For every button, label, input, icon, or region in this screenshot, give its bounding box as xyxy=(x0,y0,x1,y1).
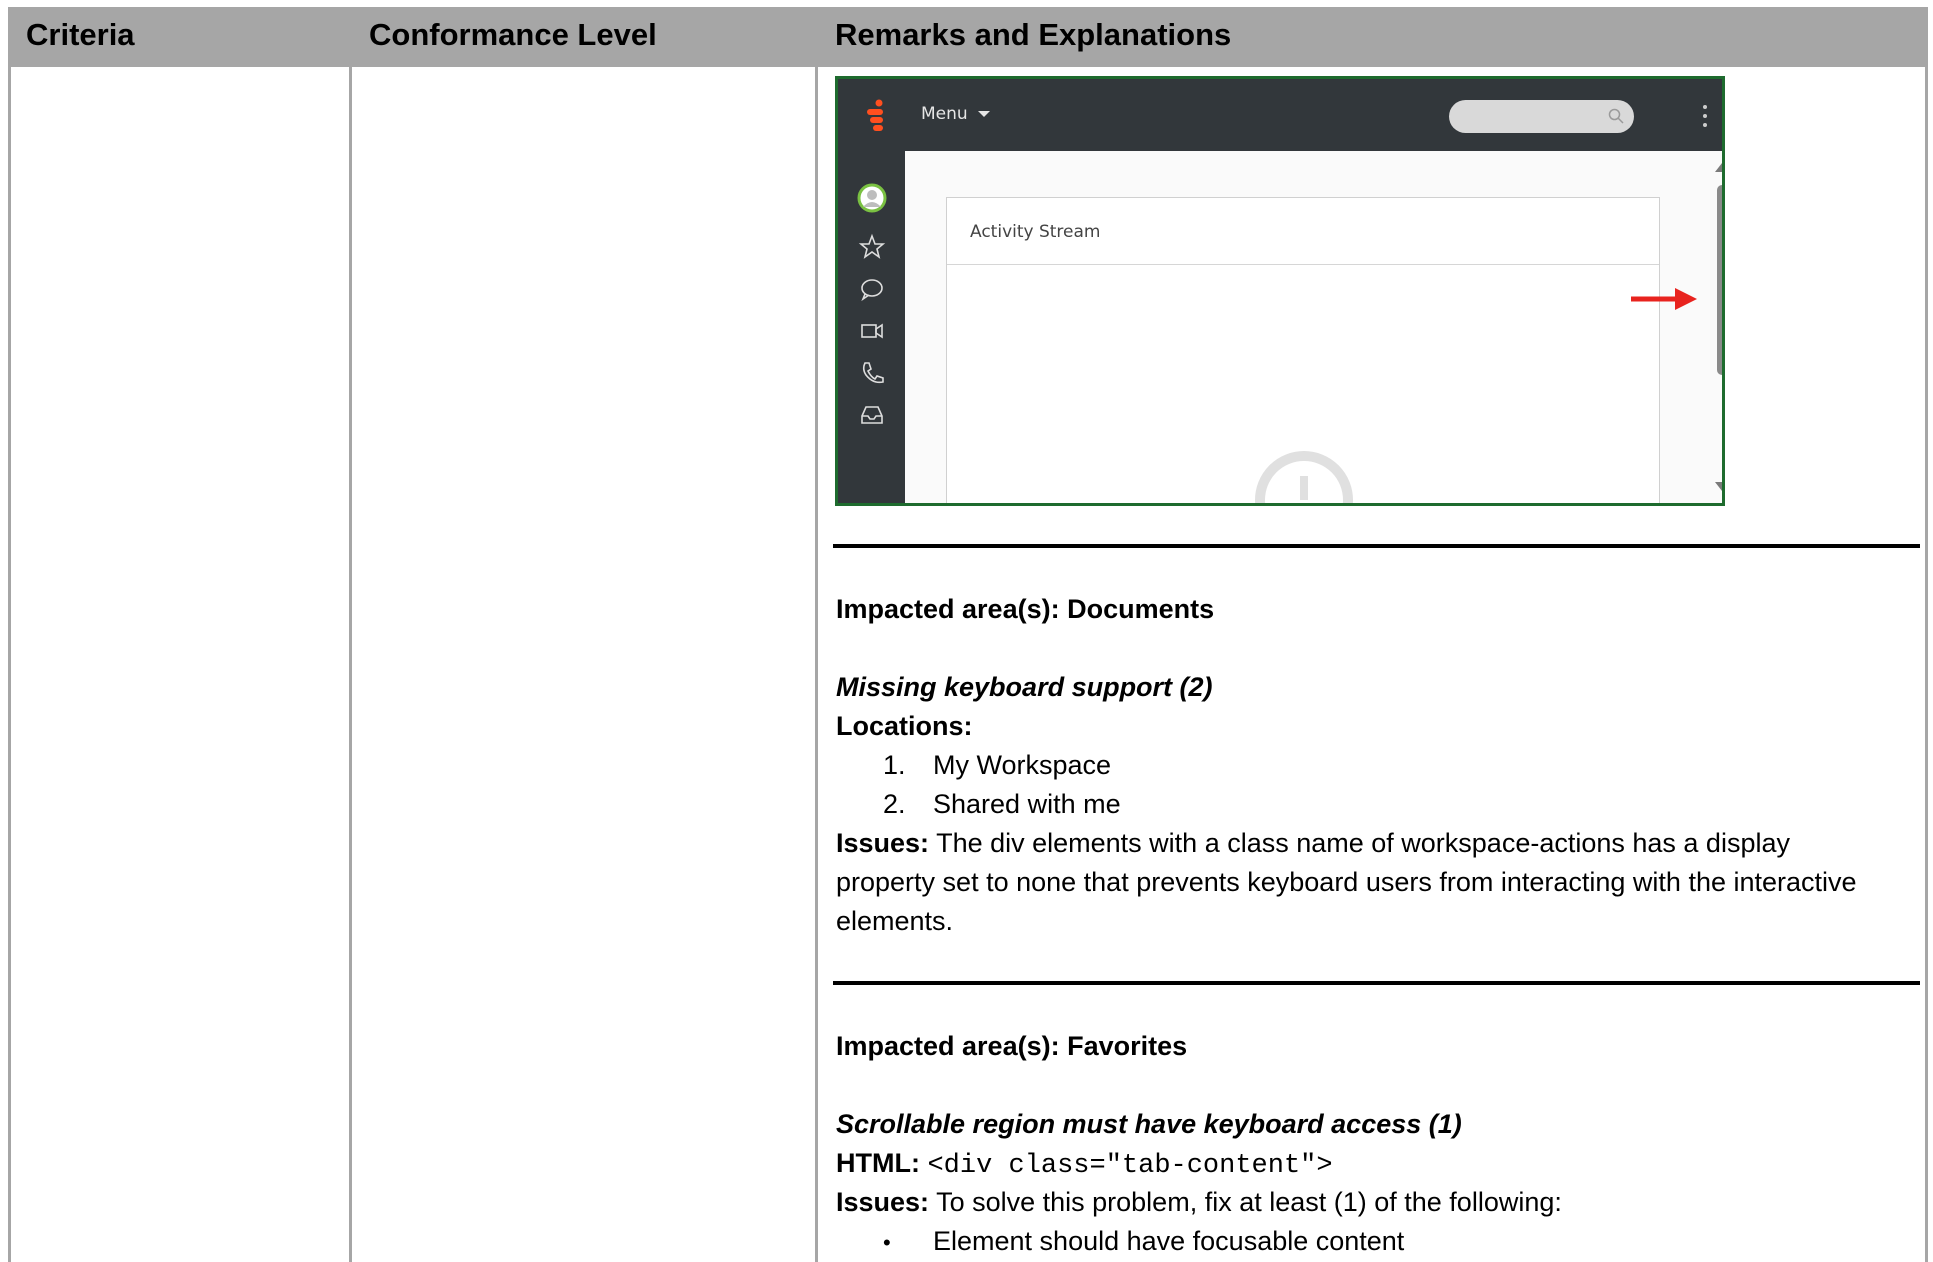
kebab-icon[interactable] xyxy=(1702,103,1708,129)
issues-paragraph-1: Issues: The div elements with a class na… xyxy=(836,824,1896,941)
menu-button[interactable]: Menu xyxy=(921,104,990,124)
chat-icon[interactable] xyxy=(857,274,887,304)
card-header: Activity Stream xyxy=(947,198,1659,265)
issues-text: To solve this problem, fix at least (1) … xyxy=(936,1187,1562,1217)
scroll-down-arrow[interactable] xyxy=(1715,482,1722,491)
impacted-area-documents: Impacted area(s): Documents xyxy=(836,594,1215,624)
card-title: Activity Stream xyxy=(970,222,1101,242)
caret-down-icon xyxy=(977,111,990,117)
header-bottom-border xyxy=(8,64,1928,67)
column-border-right xyxy=(1925,7,1928,1262)
issue-title-keyboard-support: Missing keyboard support (2) xyxy=(836,672,1213,702)
list-item: 2. Shared with me xyxy=(883,789,1121,819)
column-border-2 xyxy=(815,7,818,1262)
issues-label: Issues: xyxy=(836,1187,930,1217)
menu-label: Menu xyxy=(921,104,968,124)
list-item: • Element should have focusable content xyxy=(883,1226,1405,1256)
header-remarks-label: Remarks and Explanations xyxy=(835,17,1232,52)
issues-label: Issues: xyxy=(836,828,930,858)
list-item: 1. My Workspace xyxy=(883,750,1112,780)
header-conformance-label: Conformance Level xyxy=(369,17,657,52)
search-icon xyxy=(1608,108,1624,124)
html-line: HTML: <div class="tab-content"> xyxy=(836,1144,1333,1186)
avatar-icon[interactable] xyxy=(857,183,887,213)
phone-icon[interactable] xyxy=(857,358,887,388)
embedded-screenshot: Menu Activity Stream xyxy=(835,76,1725,506)
html-code: <div class="tab-content"> xyxy=(927,1151,1333,1181)
star-icon[interactable] xyxy=(857,232,887,262)
locations-label: Locations: xyxy=(836,711,973,741)
location-my-workspace: My Workspace xyxy=(933,750,1112,780)
header-conformance-level: Conformance Level xyxy=(351,7,817,64)
scrollbar-thumb[interactable] xyxy=(1717,185,1722,375)
scroll-up-arrow[interactable] xyxy=(1715,163,1722,172)
search-input[interactable] xyxy=(1449,100,1634,133)
issue-title-scrollable-region: Scrollable region must have keyboard acc… xyxy=(836,1109,1462,1139)
video-icon[interactable] xyxy=(857,316,887,346)
section-divider-1 xyxy=(833,544,1920,548)
bullet-focusable-content: Element should have focusable content xyxy=(933,1226,1405,1256)
issues-text: The div elements with a class name of wo… xyxy=(836,828,1857,936)
logo-icon xyxy=(867,99,883,131)
header-criteria: Criteria xyxy=(8,7,351,64)
clock-icon xyxy=(1255,451,1353,503)
inbox-icon[interactable] xyxy=(857,400,887,430)
arrow-right-icon xyxy=(1631,288,1697,310)
app-content-pane: Activity Stream xyxy=(905,151,1722,503)
section-divider-2 xyxy=(833,981,1920,985)
issues-line-2: Issues: To solve this problem, fix at le… xyxy=(836,1183,1562,1222)
column-border-1 xyxy=(349,7,352,1262)
impacted-area-favorites: Impacted area(s): Favorites xyxy=(836,1031,1188,1061)
app-sidebar xyxy=(838,151,905,503)
activity-stream-card: Activity Stream xyxy=(946,197,1660,503)
header-criteria-label: Criteria xyxy=(26,17,135,52)
column-border-left xyxy=(8,7,11,1262)
app-topbar: Menu xyxy=(838,79,1722,151)
header-remarks: Remarks and Explanations xyxy=(817,7,1928,64)
location-shared-with-me: Shared with me xyxy=(933,789,1121,819)
html-label: HTML: xyxy=(836,1148,920,1178)
